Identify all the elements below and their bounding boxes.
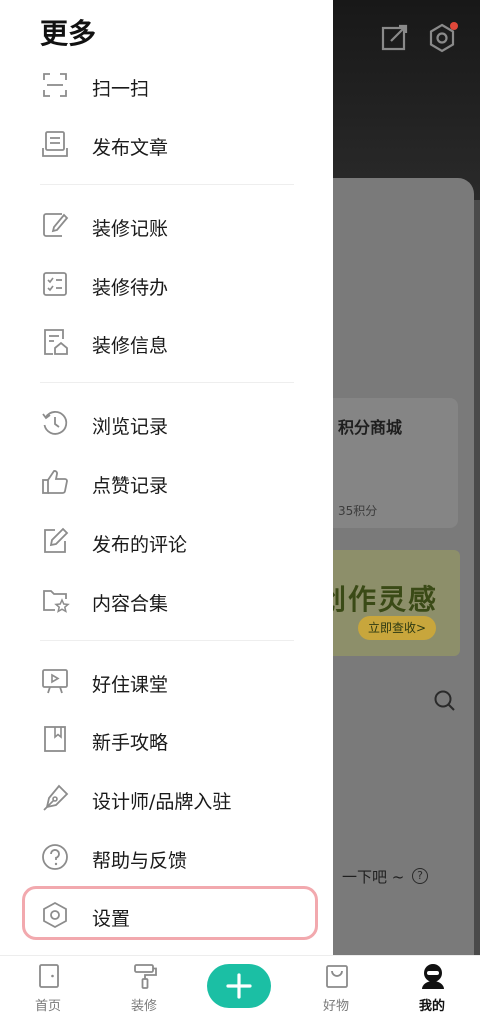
pen-nib-icon	[43, 784, 69, 811]
tab-mine[interactable]: 我的	[392, 956, 472, 1013]
folder-star-icon	[43, 590, 70, 613]
user-avatar-icon	[422, 964, 444, 989]
menu-label-settings: 设置	[92, 908, 131, 930]
home-door-icon	[39, 964, 59, 988]
tab-home[interactable]: 首页	[8, 956, 88, 1013]
tab-renovation[interactable]: 装修	[104, 956, 184, 1013]
edit-icon	[381, 24, 408, 51]
menu-label-browse-history: 浏览记录	[92, 416, 169, 438]
thumbs-up-icon	[42, 470, 68, 494]
points-mall-title: 积分商城	[338, 418, 403, 437]
checklist-icon	[43, 272, 67, 296]
banner-button: 立即查收>	[358, 616, 437, 640]
menu-item-like-history[interactable]: 点赞记录	[0, 459, 333, 509]
tab-goods[interactable]: 好物	[296, 956, 376, 1013]
menu-label-like-history: 点赞记录	[92, 475, 169, 497]
menu-item-beginner-guide[interactable]: 新手攻略	[0, 716, 333, 766]
points-mall-balance: 35积分	[338, 504, 378, 518]
divider	[40, 382, 294, 383]
video-board-icon	[42, 669, 68, 694]
menu-item-haozhu-class[interactable]: 好住课堂	[0, 658, 333, 708]
menu-item-browse-history[interactable]: 浏览记录	[0, 400, 333, 450]
menu-label-help-feedback: 帮助与反馈	[92, 850, 188, 872]
menu-label-renovation-accounting: 装修记账	[92, 218, 169, 240]
shopping-bag-icon	[326, 965, 348, 988]
more-drawer: 更多 扫一扫 发布文章 装修记账 装修待办 装修信息 浏览记录 点赞记录 发布的…	[0, 0, 333, 955]
menu-label-renovation-info: 装修信息	[92, 335, 169, 357]
tab-label-mine: 我的	[418, 999, 445, 1013]
help-circle-icon	[42, 844, 68, 870]
menu-item-designer-brand-join[interactable]: 设计师/品牌入驻	[0, 775, 333, 825]
hexagon-settings-icon	[43, 901, 67, 929]
publish-plus-button[interactable]	[207, 964, 271, 1008]
menu-label-scan: 扫一扫	[92, 78, 150, 100]
edit-comment-icon	[44, 527, 69, 553]
empty-hint: 一下吧 ~	[342, 868, 405, 886]
banner-title: 创作灵感	[318, 583, 439, 616]
divider	[40, 640, 294, 641]
menu-label-publish-article: 发布文章	[92, 137, 169, 159]
house-document-icon	[44, 329, 68, 355]
menu-item-publish-article[interactable]: 发布文章	[0, 121, 333, 171]
menu-item-help-feedback[interactable]: 帮助与反馈	[0, 834, 333, 884]
menu-label-content-collection: 内容合集	[92, 593, 169, 615]
scan-icon	[43, 73, 67, 97]
menu-item-renovation-accounting[interactable]: 装修记账	[0, 202, 333, 252]
tab-label-renovation: 装修	[130, 999, 157, 1013]
menu-label-beginner-guide: 新手攻略	[92, 732, 169, 754]
notification-dot	[450, 22, 458, 30]
menu-item-content-collection[interactable]: 内容合集	[0, 577, 333, 627]
menu-label-designer-brand-join: 设计师/品牌入驻	[92, 791, 232, 813]
menu-item-renovation-todo[interactable]: 装修待办	[0, 261, 333, 311]
menu-label-my-comments: 发布的评论	[92, 534, 188, 556]
menu-item-my-comments[interactable]: 发布的评论	[0, 518, 333, 568]
publish-article-icon	[42, 131, 68, 157]
notebook-pen-icon	[43, 213, 69, 237]
divider	[40, 184, 294, 185]
menu-label-haozhu-class: 好住课堂	[92, 674, 169, 696]
search-icon	[434, 690, 455, 711]
menu-item-renovation-info[interactable]: 装修信息	[0, 319, 333, 369]
bottom-tab-bar: 首页 装修 好物 我的	[0, 955, 480, 1013]
drawer-title: 更多	[40, 17, 97, 50]
paint-roller-icon	[134, 964, 157, 989]
history-icon	[42, 410, 68, 435]
help-icon: ?	[412, 868, 428, 884]
menu-label-renovation-todo: 装修待办	[92, 277, 169, 299]
menu-item-scan[interactable]: 扫一扫	[0, 62, 333, 112]
tab-label-goods: 好物	[322, 999, 349, 1013]
bookmark-book-icon	[44, 726, 66, 752]
tab-label-home: 首页	[34, 999, 61, 1013]
menu-item-settings[interactable]: 设置	[0, 892, 333, 942]
plus-icon	[226, 973, 252, 999]
